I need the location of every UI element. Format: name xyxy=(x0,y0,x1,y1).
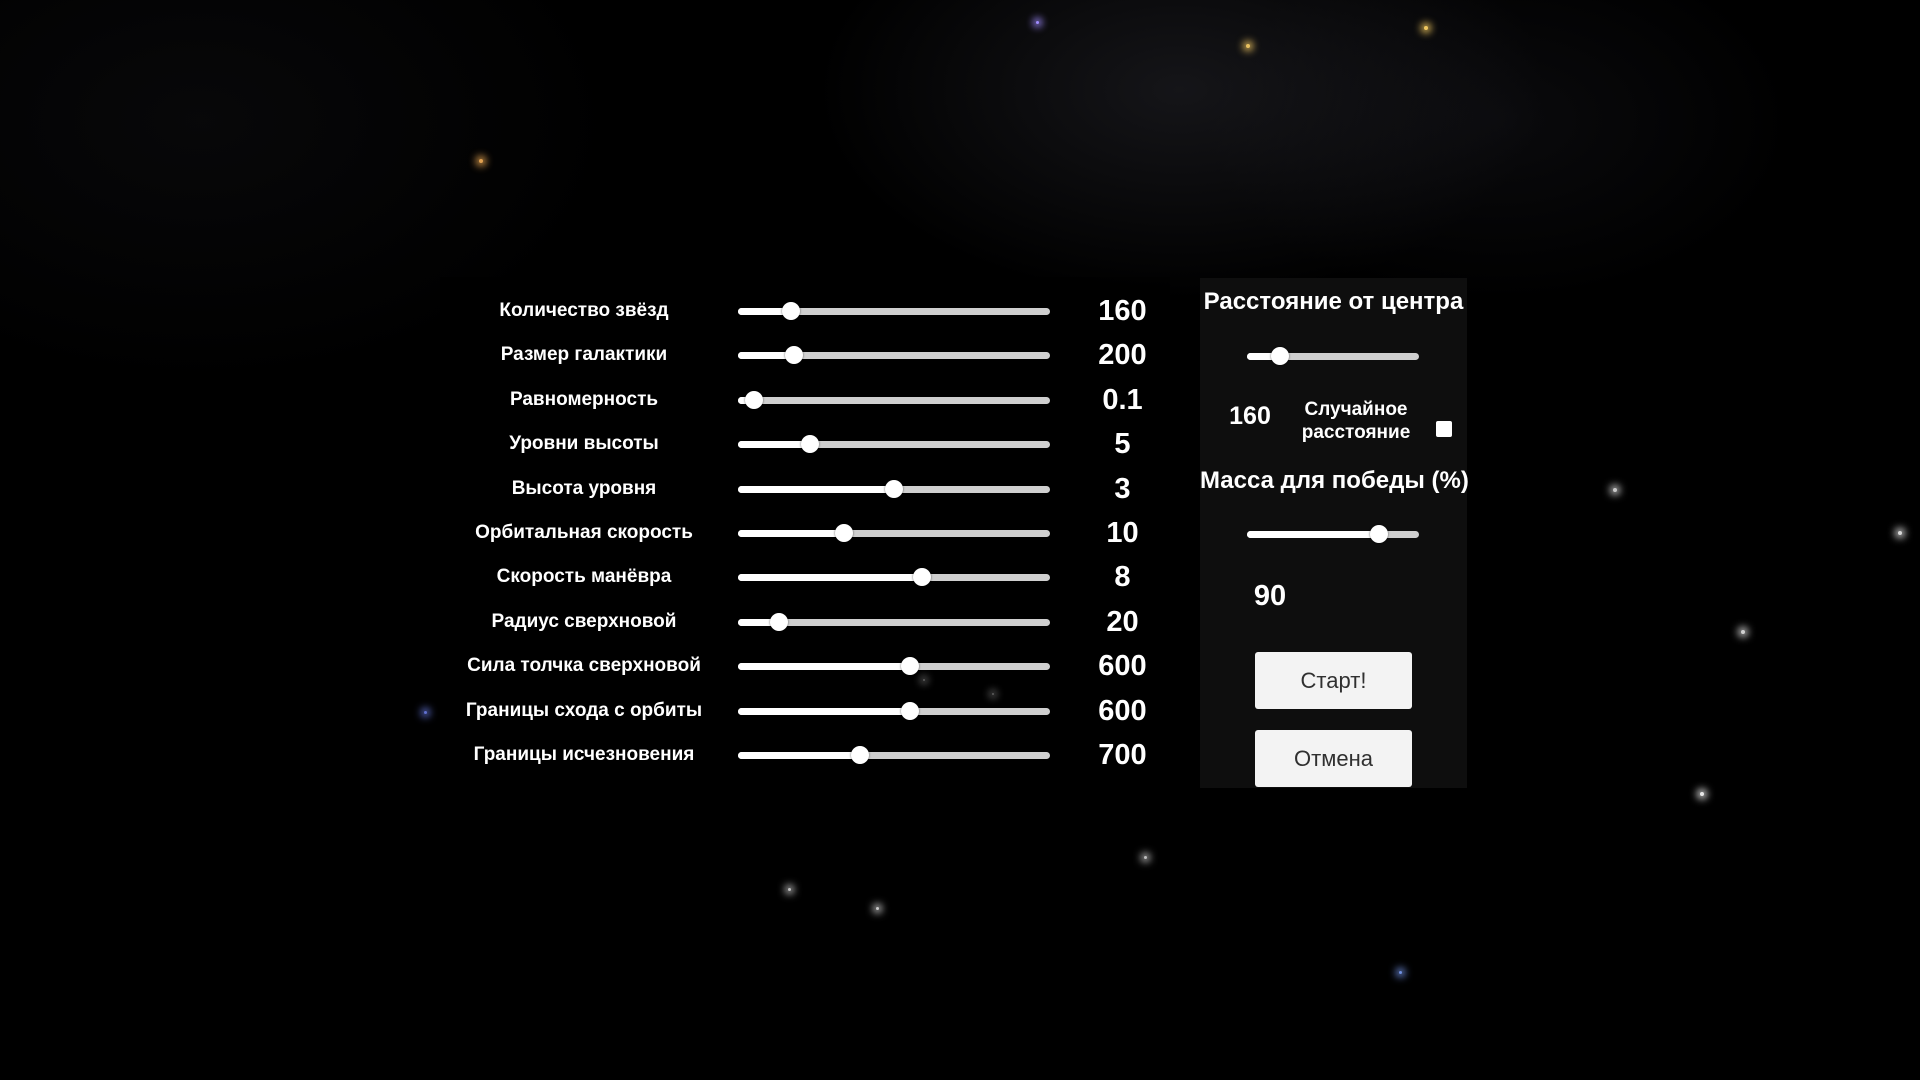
setting-label: Орбитальная скорость xyxy=(475,522,693,543)
start-button[interactable]: Старт! xyxy=(1255,652,1412,709)
star xyxy=(1035,20,1039,24)
setting-label: Количество звёзд xyxy=(499,300,669,321)
setting-row-maneuver-speed: Скорость манёвра 8 xyxy=(440,555,1170,599)
slider-handle[interactable] xyxy=(885,479,903,498)
level-height-slider[interactable] xyxy=(738,479,1050,498)
slider-handle[interactable] xyxy=(913,568,932,587)
slider-fill xyxy=(738,574,923,582)
slider-handle[interactable] xyxy=(769,612,788,631)
space-background: Количество звёзд 160 Размер галактики 200 Ра… xyxy=(0,0,1920,1080)
star xyxy=(1424,26,1428,30)
setting-value: 600 xyxy=(1098,650,1147,683)
setting-label: Равномерность xyxy=(509,388,659,410)
setting-label: Высота уровня xyxy=(511,477,657,499)
maneuver-speed-slider[interactable] xyxy=(738,568,1050,587)
random-distance-checkbox[interactable] xyxy=(1436,421,1452,437)
galaxy-size-slider[interactable] xyxy=(738,346,1050,365)
star xyxy=(787,887,791,891)
star xyxy=(1143,855,1147,859)
star xyxy=(1700,792,1704,796)
setting-label: Границы исчезновения xyxy=(473,744,695,765)
galaxy-settings-panel: Количество звёзд 160 Размер галактики 200 Ра… xyxy=(440,277,1170,777)
star xyxy=(875,906,879,910)
setting-value: 3 xyxy=(1114,472,1131,505)
distance-slider[interactable] xyxy=(1247,347,1419,365)
setting-value: 20 xyxy=(1106,605,1139,638)
slider-handle[interactable] xyxy=(1270,347,1289,365)
deorbit-bounds-slider[interactable] xyxy=(738,701,1050,720)
setting-row-galaxy-size: Размер галактики 200 xyxy=(440,333,1170,377)
setting-value: 160 xyxy=(1098,295,1147,327)
mass-value: 90 xyxy=(1253,580,1287,612)
mass-slider[interactable] xyxy=(1247,525,1419,543)
slider-handle[interactable] xyxy=(1370,525,1389,543)
setting-row-level-height: Высота уровня 3 xyxy=(440,467,1170,511)
star xyxy=(479,159,483,163)
slider-handle[interactable] xyxy=(785,346,804,365)
vanish-bounds-slider[interactable] xyxy=(738,746,1050,764)
star-count-slider[interactable] xyxy=(738,302,1050,320)
setting-row-vanish-bounds: Границы исчезновения 700 xyxy=(440,733,1170,777)
slider-fill xyxy=(738,441,810,449)
setting-value: 600 xyxy=(1098,694,1147,727)
setting-label: Размер галактики xyxy=(500,344,668,366)
slider-handle[interactable] xyxy=(800,435,819,454)
star xyxy=(1246,44,1250,48)
setting-value: 200 xyxy=(1098,339,1147,372)
cancel-button[interactable]: Отмена xyxy=(1255,730,1412,787)
setting-label: Границы схода с орбиты xyxy=(465,699,703,721)
supernova-push-force-slider[interactable] xyxy=(738,657,1050,676)
slider-track xyxy=(738,396,1050,404)
setting-row-supernova-push-force: Сила толчка сверхновой 600 xyxy=(440,644,1170,688)
slider-handle[interactable] xyxy=(900,657,919,676)
slider-handle[interactable] xyxy=(782,302,801,320)
distance-value: 160 xyxy=(1229,402,1271,430)
setting-label: Радиус сверхновой xyxy=(491,610,677,632)
victory-settings-panel: Расстояние от центра 160 Случайное расст… xyxy=(1200,278,1469,788)
setting-value: 700 xyxy=(1098,739,1147,771)
setting-row-star-count: Количество звёзд 160 xyxy=(440,289,1170,333)
distance-heading: Расстояние от центра xyxy=(1203,288,1464,315)
random-distance-label: Случайное расстояние xyxy=(1301,399,1411,443)
setting-row-deorbit-bounds: Границы схода с орбиты 600 xyxy=(440,689,1170,733)
slider-handle[interactable] xyxy=(900,701,919,720)
orbital-speed-slider[interactable] xyxy=(738,524,1050,542)
slider-fill xyxy=(738,530,845,537)
mass-heading: Масса для победы (%) xyxy=(1200,467,1469,494)
setting-value: 10 xyxy=(1106,517,1139,549)
setting-label: Уровни высоты xyxy=(509,433,659,455)
setting-value: 0.1 xyxy=(1102,383,1143,416)
slider-handle[interactable] xyxy=(850,746,869,764)
height-levels-slider[interactable] xyxy=(738,435,1050,454)
star xyxy=(1613,488,1617,492)
slider-fill xyxy=(738,752,860,759)
uniformity-slider[interactable] xyxy=(738,390,1050,409)
setting-value: 8 xyxy=(1114,561,1131,594)
setting-value: 5 xyxy=(1114,428,1131,461)
star xyxy=(423,710,427,714)
setting-row-uniformity: Равномерность 0.1 xyxy=(440,378,1170,422)
slider-handle[interactable] xyxy=(835,524,854,542)
setting-row-height-levels: Уровни высоты 5 xyxy=(440,422,1170,466)
slider-fill xyxy=(738,707,910,715)
star xyxy=(1398,970,1402,974)
slider-fill xyxy=(738,485,894,493)
slider-fill xyxy=(738,663,910,671)
setting-label: Скорость манёвра xyxy=(496,566,672,588)
setting-row-orbital-speed: Орбитальная скорость 10 xyxy=(440,511,1170,555)
supernova-radius-slider[interactable] xyxy=(738,612,1050,631)
star xyxy=(1898,531,1902,535)
setting-label: Сила толчка сверхновой xyxy=(467,655,701,677)
setting-row-supernova-radius: Радиус сверхновой 20 xyxy=(440,600,1170,644)
slider-handle[interactable] xyxy=(744,390,763,409)
slider-fill xyxy=(1247,531,1380,538)
star xyxy=(1741,630,1745,634)
